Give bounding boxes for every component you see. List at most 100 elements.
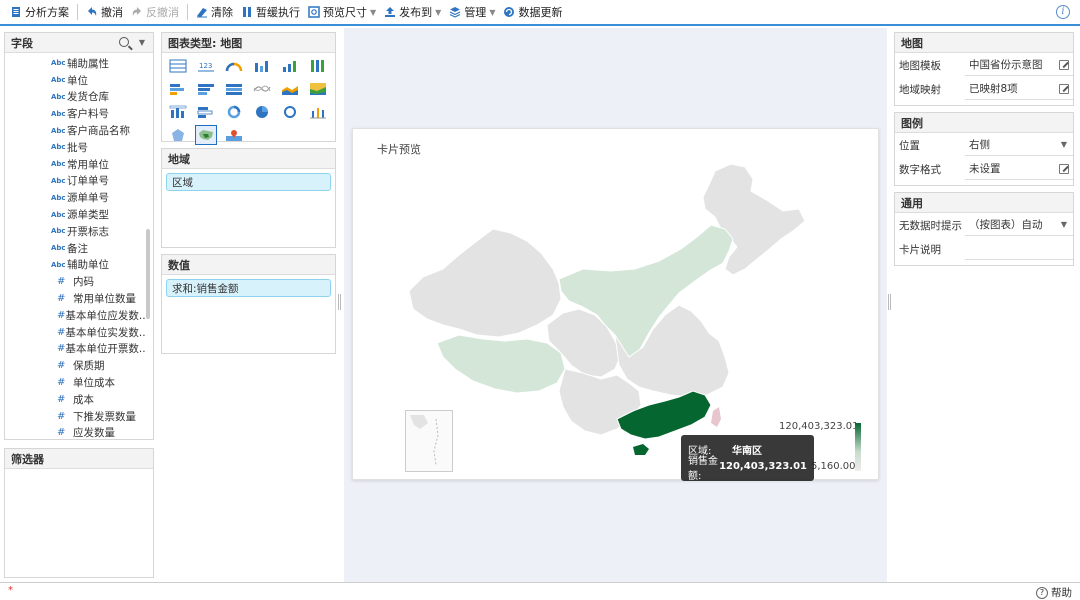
help-label: 帮助 — [1051, 587, 1072, 599]
redo-label: 反撤消 — [146, 6, 179, 19]
field-item[interactable]: # 成本 — [5, 391, 145, 408]
chart-type-header: 图表类型: 地图 — [162, 33, 335, 53]
chart-type-number[interactable]: 123 — [195, 56, 217, 76]
chart-type-geo-point[interactable] — [223, 125, 245, 145]
chart-type-percent-column[interactable] — [307, 56, 329, 76]
undo-label: 撤消 — [101, 6, 123, 19]
data-refresh-label: 数据更新 — [518, 6, 563, 19]
field-item[interactable]: Abc 常用单位 — [5, 156, 145, 173]
map-template-field[interactable]: 中国省份示意图 — [965, 54, 1073, 76]
chevron-down-icon[interactable]: ▼ — [139, 38, 145, 47]
chart-type-donut[interactable] — [279, 102, 301, 122]
chart-type-stacked-area[interactable] — [307, 79, 329, 99]
value-field-pill[interactable]: 求和:销售金额 — [166, 279, 331, 297]
chart-type-scatter[interactable] — [307, 102, 329, 122]
manage-icon — [450, 7, 461, 18]
field-item[interactable]: Abc 辅助属性 — [5, 55, 145, 72]
value-panel: 数值 求和:销售金额 — [161, 254, 336, 354]
pie-chart-icon — [256, 106, 268, 118]
analysis-plan-button[interactable]: 分析方案 — [6, 1, 73, 23]
chart-type-progress[interactable] — [195, 102, 217, 122]
field-item[interactable]: Abc 客户商品名称 — [5, 122, 145, 139]
clear-button[interactable]: 清除 — [192, 1, 237, 23]
field-item[interactable]: # 基本单位开票数... — [5, 341, 145, 358]
dimension-header: 地域 — [162, 149, 335, 169]
chevron-down-icon[interactable]: ▼ — [1061, 220, 1067, 229]
fields-scrollbar[interactable] — [146, 229, 150, 319]
text-type-icon: Abc — [51, 227, 66, 236]
chevron-down-icon[interactable]: ▼ — [1061, 140, 1067, 149]
fields-list: Abc 辅助属性 Abc 单位 Abc 发货仓库 Abc 客户料号 Abc 客户商品名称 Abc 批号… — [5, 55, 145, 439]
field-item[interactable]: Abc 批号 — [5, 139, 145, 156]
field-item[interactable]: # 应发数量 — [5, 425, 145, 439]
chart-type-gauge[interactable] — [223, 56, 245, 76]
field-item[interactable]: Abc 备注 — [5, 240, 145, 257]
manage-button[interactable]: 管理 ▼ — [445, 1, 499, 23]
number-type-icon: # — [57, 293, 66, 305]
field-item[interactable]: # 保质期 — [5, 357, 145, 374]
chart-type-table[interactable] — [167, 56, 189, 76]
map-region-tibet — [436, 334, 566, 394]
region-mapping-field[interactable]: 已映射8项 — [965, 78, 1073, 100]
chart-type-stacked-column[interactable] — [279, 56, 301, 76]
tooltip-amount-value: 120,403,323.01 — [719, 461, 807, 472]
number-type-icon: # — [57, 276, 66, 288]
field-item[interactable]: # 下推发票数量 — [5, 408, 145, 425]
tooltip-amount-row: 销售金额: 120,403,323.01 — [688, 456, 807, 482]
field-item[interactable]: Abc 开票标志 — [5, 223, 145, 240]
chart-type-pie[interactable] — [251, 102, 273, 122]
text-type-icon: Abc — [51, 126, 66, 135]
field-item[interactable]: Abc 客户料号 — [5, 105, 145, 122]
help-button[interactable]: ? 帮助 — [1036, 585, 1072, 600]
info-icon[interactable]: i — [1056, 5, 1070, 19]
field-item-label: 发货仓库 — [67, 91, 109, 104]
publish-to-button[interactable]: 发布到 ▼ — [380, 1, 445, 23]
redo-button[interactable]: 反撤消 — [127, 1, 183, 23]
legend-position-select[interactable]: 右侧 ▼ — [965, 134, 1073, 156]
field-item[interactable]: # 基本单位应发数... — [5, 307, 145, 324]
right-splitter-handle[interactable] — [888, 294, 891, 310]
edit-icon[interactable] — [1059, 164, 1069, 174]
field-item[interactable]: Abc 发货仓库 — [5, 89, 145, 106]
gauge-icon — [225, 62, 243, 72]
legend-min-value: 5,160.00 — [811, 461, 856, 472]
chart-type-stacked-bar[interactable] — [195, 79, 217, 99]
nodata-hint-select[interactable]: （按图表）自动 ▼ — [965, 214, 1073, 236]
chart-type-ring[interactable] — [223, 102, 245, 122]
card-preview[interactable]: 卡片预览 120,403,323.01 5,160.00 区域: 华南区 销售金… — [352, 128, 879, 482]
publish-icon — [385, 7, 396, 17]
field-item[interactable]: Abc 辅助单位 — [5, 257, 145, 274]
field-item[interactable]: # 内码 — [5, 273, 145, 290]
undo-button[interactable]: 撤消 — [82, 1, 127, 23]
field-item[interactable]: Abc 源单单号 — [5, 189, 145, 206]
chart-type-percent-bar[interactable] — [223, 79, 245, 99]
unsaved-marker: * — [8, 585, 13, 596]
dimension-field-pill[interactable]: 区域 — [166, 173, 331, 191]
chart-type-combo[interactable] — [167, 102, 189, 122]
pause-execution-button[interactable]: 暂缓执行 — [237, 1, 304, 23]
number-format-field[interactable]: 未设置 — [965, 158, 1073, 180]
field-item[interactable]: Abc 订单单号 — [5, 173, 145, 190]
field-item[interactable]: # 基本单位实发数... — [5, 324, 145, 341]
search-icon[interactable] — [119, 37, 129, 47]
field-item[interactable]: Abc 单位 — [5, 72, 145, 89]
number-format-label: 数字格式 — [899, 163, 941, 176]
chart-type-map[interactable] — [195, 125, 217, 145]
chart-type-column[interactable] — [251, 56, 273, 76]
field-item[interactable]: # 常用单位数量 — [5, 290, 145, 307]
left-splitter-handle[interactable] — [338, 294, 341, 310]
chart-type-area[interactable] — [279, 79, 301, 99]
field-item-label: 源单类型 — [67, 209, 109, 222]
data-refresh-button[interactable]: 数据更新 — [499, 1, 566, 23]
chart-type-line[interactable] — [251, 79, 273, 99]
preview-size-button[interactable]: 预览尺寸 ▼ — [304, 1, 380, 23]
chart-type-radar[interactable] — [167, 125, 189, 145]
card-desc-input[interactable] — [965, 238, 1073, 260]
edit-icon[interactable] — [1059, 60, 1069, 70]
filter-panel[interactable]: 筛选器 — [4, 448, 154, 578]
field-item[interactable]: Abc 源单类型 — [5, 206, 145, 223]
card-desc-label: 卡片说明 — [899, 243, 941, 256]
field-item[interactable]: # 单位成本 — [5, 374, 145, 391]
edit-icon[interactable] — [1059, 84, 1069, 94]
chart-type-bar[interactable] — [167, 79, 189, 99]
